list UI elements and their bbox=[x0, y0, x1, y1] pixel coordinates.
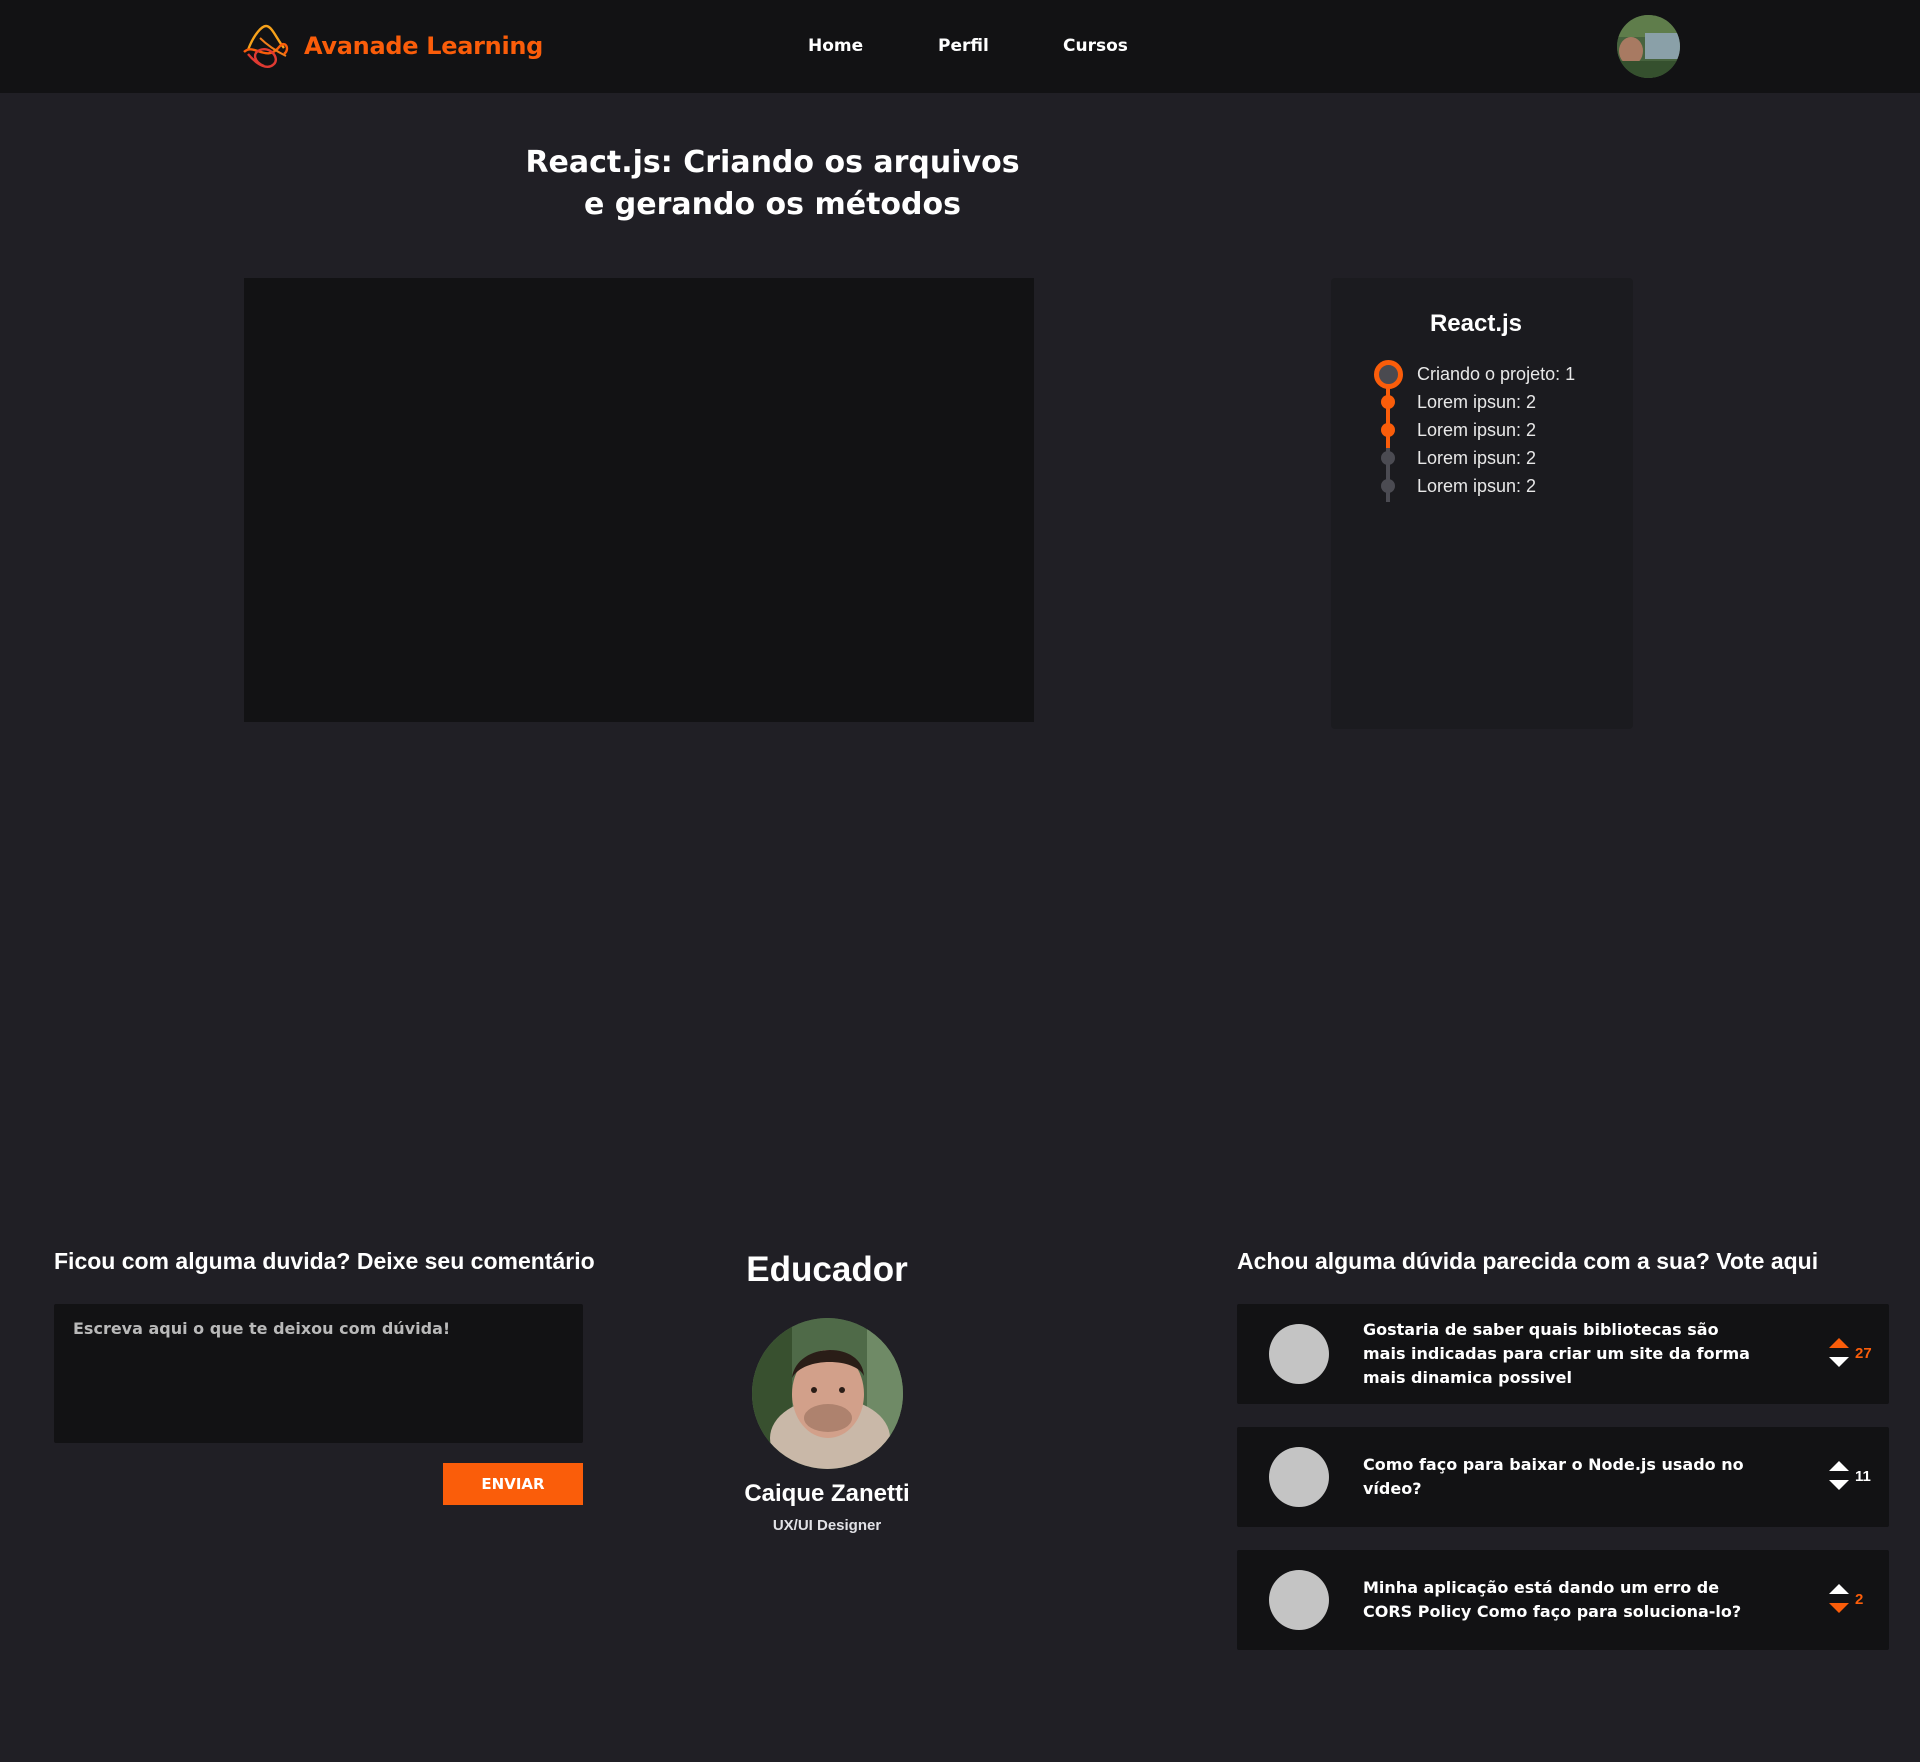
course-sidebar: React.js Criando o projeto: 1 Lorem ipsu… bbox=[1331, 278, 1633, 729]
top-navbar: Avanade Learning Home Perfil Cursos bbox=[0, 0, 1920, 93]
educator-avatar bbox=[752, 1318, 903, 1469]
user-avatar[interactable] bbox=[1617, 15, 1680, 78]
question-author-avatar bbox=[1269, 1324, 1329, 1384]
video-player[interactable] bbox=[244, 278, 1034, 722]
upvote-arrow-icon[interactable] bbox=[1829, 1461, 1849, 1471]
timeline-item-label: Lorem ipsun: 2 bbox=[1417, 475, 1537, 496]
vote-count: 11 bbox=[1855, 1468, 1871, 1485]
user-avatar-photo-icon bbox=[1617, 15, 1680, 78]
timeline-item-label: Lorem ipsun: 2 bbox=[1417, 447, 1537, 468]
vote-count: 27 bbox=[1855, 1345, 1872, 1362]
pending-lesson-dot-icon bbox=[1381, 479, 1395, 493]
nav-cursos[interactable]: Cursos bbox=[1063, 36, 1128, 56]
question-author-avatar bbox=[1269, 1447, 1329, 1507]
vote-control: 2 bbox=[1827, 1584, 1883, 1618]
educator-name: Caique Zanetti bbox=[744, 1480, 910, 1507]
educator-photo-icon bbox=[752, 1318, 903, 1469]
timeline-item[interactable]: Lorem ipsun: 2 bbox=[1373, 388, 1575, 416]
question-text: Gostaria de saber quais bibliotecas são … bbox=[1363, 1320, 1750, 1387]
educator-section-title: Educador bbox=[746, 1250, 908, 1289]
question-card[interactable]: Gostaria de saber quais bibliotecas são … bbox=[1237, 1304, 1889, 1404]
done-lesson-dot-icon bbox=[1381, 423, 1395, 437]
pending-lesson-dot-icon bbox=[1381, 451, 1395, 465]
downvote-arrow-icon[interactable] bbox=[1829, 1480, 1849, 1490]
timeline-item[interactable]: Lorem ipsun: 2 bbox=[1373, 416, 1575, 444]
educator-role: UX/UI Designer bbox=[772, 1517, 882, 1534]
comment-section-title: Ficou com alguma duvida? Deixe seu comen… bbox=[54, 1248, 595, 1274]
send-comment-button[interactable]: ENVIAR bbox=[443, 1463, 583, 1505]
lesson-title-line2: e gerando os métodos bbox=[584, 187, 961, 222]
avanade-logo-icon bbox=[243, 24, 289, 68]
timeline-item-label: Lorem ipsun: 2 bbox=[1417, 419, 1537, 440]
brand[interactable]: Avanade Learning bbox=[240, 18, 543, 74]
comment-input[interactable] bbox=[54, 1304, 583, 1443]
brand-name: Avanade Learning bbox=[304, 32, 544, 60]
timeline-item[interactable]: Criando o projeto: 1 bbox=[1373, 359, 1576, 389]
question-card[interactable]: Minha aplicação está dando um erro de CO… bbox=[1237, 1550, 1889, 1650]
question-text: Minha aplicação está dando um erro de CO… bbox=[1363, 1578, 1742, 1621]
nav-home[interactable]: Home bbox=[808, 36, 863, 56]
upvote-arrow-icon[interactable] bbox=[1829, 1338, 1849, 1348]
downvote-arrow-icon[interactable] bbox=[1829, 1603, 1849, 1613]
done-lesson-dot-icon bbox=[1381, 395, 1395, 409]
vote-count: 2 bbox=[1855, 1591, 1864, 1608]
lesson-title: React.js: Criando os arquivos e gerando … bbox=[460, 142, 1085, 226]
nav-perfil[interactable]: Perfil bbox=[938, 36, 989, 56]
vote-section-title: Achou alguma dúvida parecida com a sua? … bbox=[1237, 1248, 1819, 1274]
current-lesson-dot-icon bbox=[1373, 359, 1403, 389]
timeline-item-label: Criando o projeto: 1 bbox=[1417, 363, 1576, 384]
course-sidebar-title: React.js bbox=[1429, 310, 1523, 337]
lesson-timeline: Criando o projeto: 1 Lorem ipsun: 2 Lore… bbox=[1373, 359, 1576, 502]
question-author-avatar bbox=[1269, 1570, 1329, 1630]
vote-control: 27 bbox=[1827, 1338, 1883, 1372]
question-card[interactable]: Como faço para baixar o Node.js usado no… bbox=[1237, 1427, 1889, 1527]
vote-control: 11 bbox=[1827, 1461, 1883, 1495]
downvote-arrow-icon[interactable] bbox=[1829, 1357, 1849, 1367]
timeline-item[interactable]: Lorem ipsun: 2 bbox=[1373, 444, 1575, 472]
timeline-item[interactable]: Lorem ipsun: 2 bbox=[1373, 472, 1575, 500]
upvote-arrow-icon[interactable] bbox=[1829, 1584, 1849, 1594]
question-text: Como faço para baixar o Node.js usado no… bbox=[1363, 1455, 1744, 1498]
lesson-title-line1: React.js: Criando os arquivos bbox=[525, 145, 1020, 180]
timeline-item-label: Lorem ipsun: 2 bbox=[1417, 391, 1537, 412]
